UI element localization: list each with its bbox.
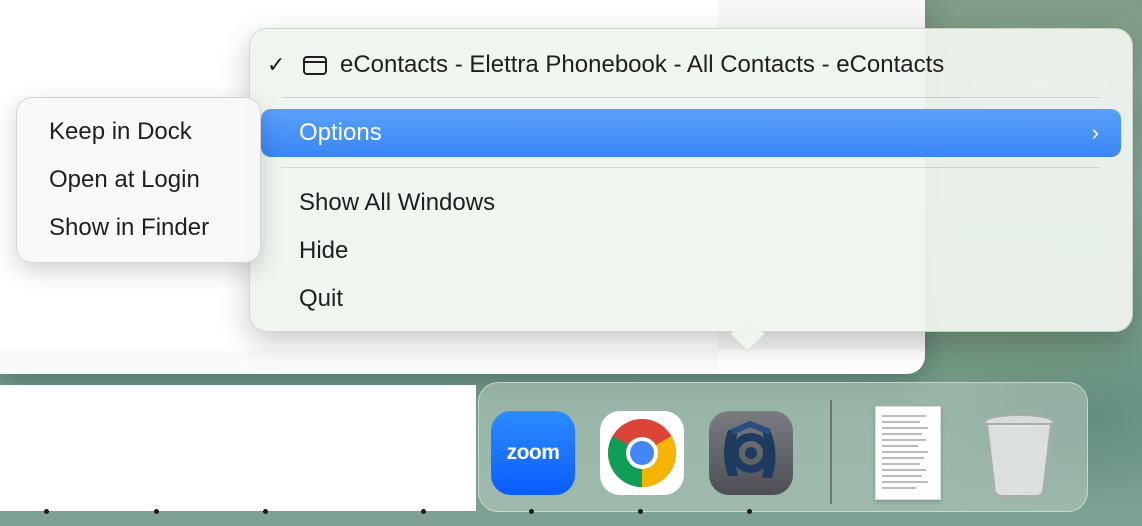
dock-running-dot (44, 509, 49, 514)
quit-menu-item[interactable]: Quit (261, 275, 1121, 323)
trash-icon[interactable] (981, 412, 1057, 498)
recent-document-icon[interactable] (875, 406, 941, 500)
dock-running-dot (263, 509, 268, 514)
dock-running-dot (154, 509, 159, 514)
menu-separator (282, 167, 1100, 168)
menu-separator (282, 97, 1100, 98)
show-in-finder-menu-item[interactable]: Show in Finder (49, 214, 209, 242)
options-menu-item[interactable]: Options › (261, 109, 1121, 157)
window-menu-item-label: eContacts - Elettra Phonebook - All Cont… (340, 51, 945, 78)
dock-separator (830, 400, 832, 504)
checkmark-icon: ✓ (267, 52, 286, 77)
dock-running-dot (747, 509, 752, 514)
dock-running-dot (421, 509, 426, 514)
zoom-logo-text: zoom (506, 441, 560, 464)
chrome-icon (608, 419, 676, 487)
chevron-right-icon: › (1091, 120, 1099, 145)
dock-running-dot (638, 509, 643, 514)
open-at-login-menu-item[interactable]: Open at Login (49, 166, 200, 194)
dock-context-menu: ✓ eContacts - Elettra Phonebook - All Co… (249, 28, 1133, 332)
keep-in-dock-menu-item[interactable]: Keep in Dock (49, 118, 192, 146)
options-menu-item-label: Options (299, 119, 382, 146)
show-all-windows-menu-item[interactable]: Show All Windows (261, 179, 1121, 227)
econtacts-app-icon[interactable] (709, 411, 793, 495)
zoom-app-icon[interactable]: zoom (491, 411, 575, 495)
background-window-lower (0, 385, 476, 511)
options-submenu: Keep in Dock Open at Login Show in Finde… (16, 97, 261, 263)
chrome-app-icon[interactable] (600, 411, 684, 495)
hide-menu-item[interactable]: Hide (261, 227, 1121, 275)
dock-running-dot (529, 509, 534, 514)
window-icon (303, 55, 327, 75)
phonebook-icon (724, 420, 776, 478)
window-menu-item[interactable]: ✓ eContacts - Elettra Phonebook - All Co… (261, 41, 1121, 89)
